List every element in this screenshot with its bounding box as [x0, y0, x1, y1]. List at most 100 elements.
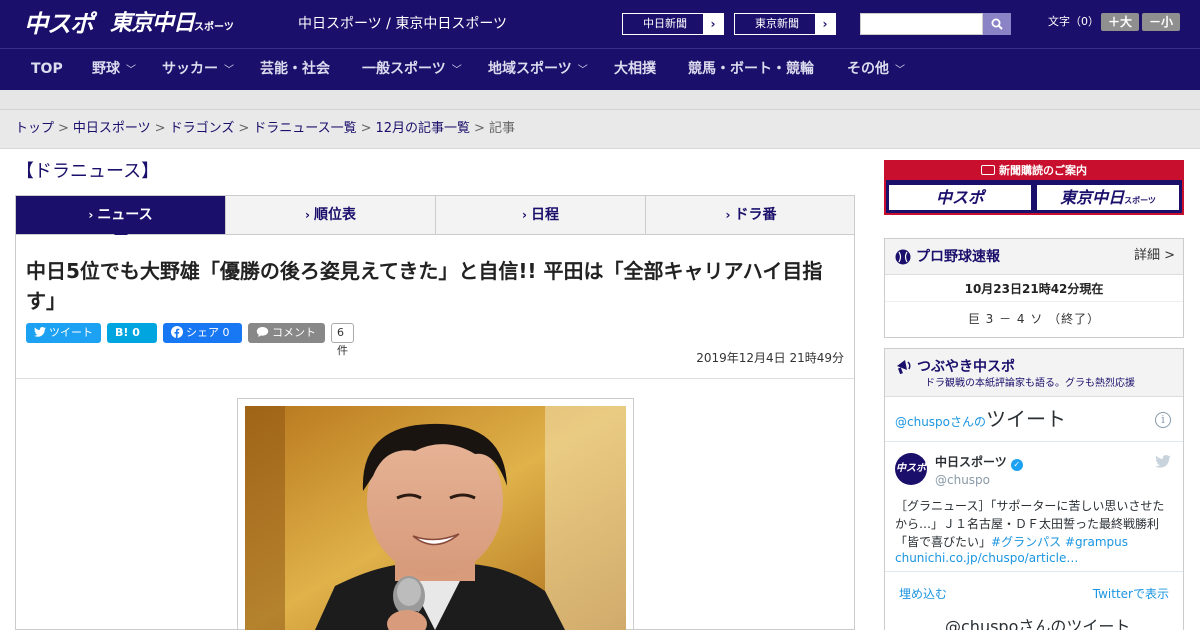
comment-bubble-icon	[256, 327, 269, 337]
breadcrumb-top[interactable]: トップ	[15, 121, 54, 136]
verified-badge-icon: ✓	[1010, 459, 1023, 471]
baseball-widget-header: プロ野球速報 詳細 >	[885, 239, 1183, 275]
facebook-share-button[interactable]: シェア 0	[163, 323, 242, 343]
font-larger-button[interactable]: ＋大	[1101, 13, 1139, 31]
article-headline: 中日5位でも大野雄「優勝の後ろ姿見えてきた」と自信!! 平田は「全部キャリアハイ…	[26, 259, 823, 313]
tweet-user-handle[interactable]: @chuspo	[935, 472, 990, 488]
subscription-tokyo-logo-text: 東京中日	[1060, 188, 1125, 207]
chevron-right-icon: ›	[725, 208, 731, 222]
tweet-link[interactable]: chunichi.co.jp/chuspo/article…	[895, 550, 1078, 566]
nav-item-racing[interactable]: 競馬・ボート・競輪	[688, 49, 814, 91]
chevron-down-icon: ﹀	[126, 65, 136, 76]
nav-item-baseball[interactable]: 野球 ﹀	[92, 49, 136, 91]
article-photo[interactable]	[245, 406, 626, 630]
facebook-label: シェア 0	[186, 326, 230, 339]
search-input[interactable]	[860, 13, 983, 35]
timeline-big: ツイート	[986, 407, 1067, 431]
font-size-label: 文字（0）	[1048, 15, 1099, 28]
nav-label: サッカー	[162, 61, 218, 77]
tweets-widget-subtitle: ドラ観戦の本紙評論家も語る。グラも熱烈応援	[925, 378, 1135, 389]
speaker-photo-image	[245, 406, 626, 630]
chunichi-shimbun-link[interactable]: 中日新聞 ›	[622, 13, 724, 35]
tweets-widget-header: つぶやき中スポ ドラ観戦の本紙評論家も語る。グラも熱烈応援	[885, 349, 1183, 397]
tab-standings[interactable]: › 順位表	[226, 196, 436, 234]
font-smaller-button[interactable]: －小	[1142, 13, 1180, 31]
embed-link[interactable]: 埋め込む	[899, 586, 947, 602]
comment-count[interactable]: 6件	[331, 323, 354, 357]
tokyo-shimbun-label: 東京新聞	[755, 17, 799, 30]
tab-label: ニュース	[97, 207, 153, 223]
tokyo-chunichi-logo[interactable]: 東京中日スポーツ	[110, 9, 234, 39]
chunichi-shimbun-label: 中日新聞	[643, 17, 687, 30]
nav-item-entertainment[interactable]: 芸能・社会	[260, 49, 330, 91]
tab-label: ドラ番	[734, 207, 777, 223]
comment-button[interactable]: コメント	[248, 323, 325, 343]
subscription-title-bar: 新聞購読のご案内	[886, 162, 1182, 180]
chevron-right-icon: ›	[522, 208, 527, 222]
chevron-right-icon: ›	[305, 208, 310, 222]
search-button[interactable]	[983, 13, 1011, 35]
twitter-bird-icon[interactable]	[1155, 455, 1171, 468]
breadcrumb: トップ > 中日スポーツ > ドラゴンズ > ドラニュース一覧 >12月の記事一覧 > 記事	[15, 121, 515, 137]
breadcrumb-separator: >	[58, 121, 69, 136]
main-nav: TOP 野球 ﹀ サッカー ﹀ 芸能・社会 一般スポーツ ﹀ 地域スポーツ ﹀ 大相撲 …	[0, 48, 1200, 90]
baseball-game-score[interactable]: 巨 3 － 4 ソ （終了）	[885, 311, 1183, 327]
chuspo-logo[interactable]: 中スポ	[24, 9, 94, 39]
tweet-user-name-text: 中日スポーツ	[935, 455, 1007, 469]
nav-item-top[interactable]: TOP	[31, 49, 63, 91]
chevron-down-icon: ﹀	[895, 65, 905, 76]
breadcrumb-dragons[interactable]: ドラゴンズ	[170, 121, 235, 136]
chevron-down-icon: ﹀	[577, 65, 588, 76]
tab-label: 日程	[530, 207, 559, 223]
baseball-details-link[interactable]: 詳細 >	[1134, 248, 1175, 264]
tweet-user-name[interactable]: 中日スポーツ ✓	[935, 454, 1023, 471]
chevron-down-icon: ﹀	[451, 65, 462, 76]
tweet-divider	[885, 571, 1183, 572]
tab-beat-reporter[interactable]: › ドラ番	[646, 196, 856, 234]
top-header: 中スポ 東京中日スポーツ 中日スポーツ / 東京中日スポーツ 中日新聞 › 東京新…	[0, 0, 1200, 48]
breadcrumb-dora-news-list[interactable]: ドラニュース一覧	[253, 121, 356, 136]
tab-schedule[interactable]: › 日程	[436, 196, 646, 234]
nav-item-sumo[interactable]: 大相撲	[614, 49, 656, 91]
timeline-bottom-title: @chuspoさんのツイート	[945, 617, 1131, 630]
nav-item-other[interactable]: その他 ﹀	[847, 49, 905, 91]
subscription-banner[interactable]: 新聞購読のご案内 中スポ 東京中日スポーツ	[884, 160, 1184, 215]
breadcrumb-separator: >	[154, 121, 166, 136]
chevron-right-icon: ›	[815, 14, 835, 34]
twitter-bird-icon	[34, 327, 46, 337]
view-on-twitter-link[interactable]: Twitterで表示	[1093, 586, 1169, 602]
article-divider	[16, 378, 854, 379]
breadcrumb-chunichi-sports[interactable]: 中日スポーツ	[73, 121, 151, 136]
breadcrumb-separator: >	[238, 121, 250, 136]
tab-news[interactable]: › ニュース	[16, 196, 226, 234]
subscription-title: 新聞購読のご案内	[999, 164, 1087, 177]
subscription-chuspo-logo: 中スポ	[888, 184, 1032, 211]
baseball-divider	[885, 301, 1183, 302]
nav-item-general-sports[interactable]: 一般スポーツ ﹀	[362, 49, 462, 91]
tweet-label: ツイート	[49, 326, 93, 339]
nav-item-soccer[interactable]: サッカー ﹀	[162, 49, 234, 91]
tweet-button[interactable]: ツイート	[26, 323, 101, 343]
avatar[interactable]: 中スポ	[895, 453, 927, 485]
megaphone-icon	[897, 360, 911, 375]
comment-label: コメント	[272, 326, 316, 339]
subscription-tokyo-logo-sub: スポーツ	[1124, 196, 1156, 205]
baseball-widget-title: プロ野球速報	[916, 249, 1000, 265]
hatena-bookmark-button[interactable]: B! 0	[107, 323, 157, 343]
breadcrumb-separator: >	[474, 121, 485, 136]
info-icon[interactable]: i	[1155, 412, 1171, 428]
breadcrumb-december-list[interactable]: 12月の記事一覧	[376, 121, 471, 136]
breadcrumb-current: 記事	[488, 121, 515, 136]
nav-item-local-sports[interactable]: 地域スポーツ ﹀	[488, 49, 588, 91]
hatena-label: B! 0	[115, 326, 140, 339]
nav-label: 競馬・ボート・競輪	[688, 61, 814, 77]
section-tabs: › ニュース › 順位表 › 日程 › ドラ番	[15, 195, 855, 235]
tweet-hashtags[interactable]: #グランパス #grampus	[991, 535, 1128, 549]
tab-label: 順位表	[313, 207, 356, 223]
search-icon	[991, 18, 1003, 30]
tokyo-chunichi-logo-text: 東京中日	[110, 11, 195, 36]
tokyo-shimbun-link[interactable]: 東京新聞 ›	[734, 13, 836, 35]
baseball-update-time: 10月23日21時42分現在	[964, 282, 1104, 296]
timeline-title[interactable]: @chuspoさんのツイート	[895, 407, 1066, 434]
site-name-link[interactable]: 中日スポーツ / 東京中日スポーツ	[298, 15, 507, 33]
